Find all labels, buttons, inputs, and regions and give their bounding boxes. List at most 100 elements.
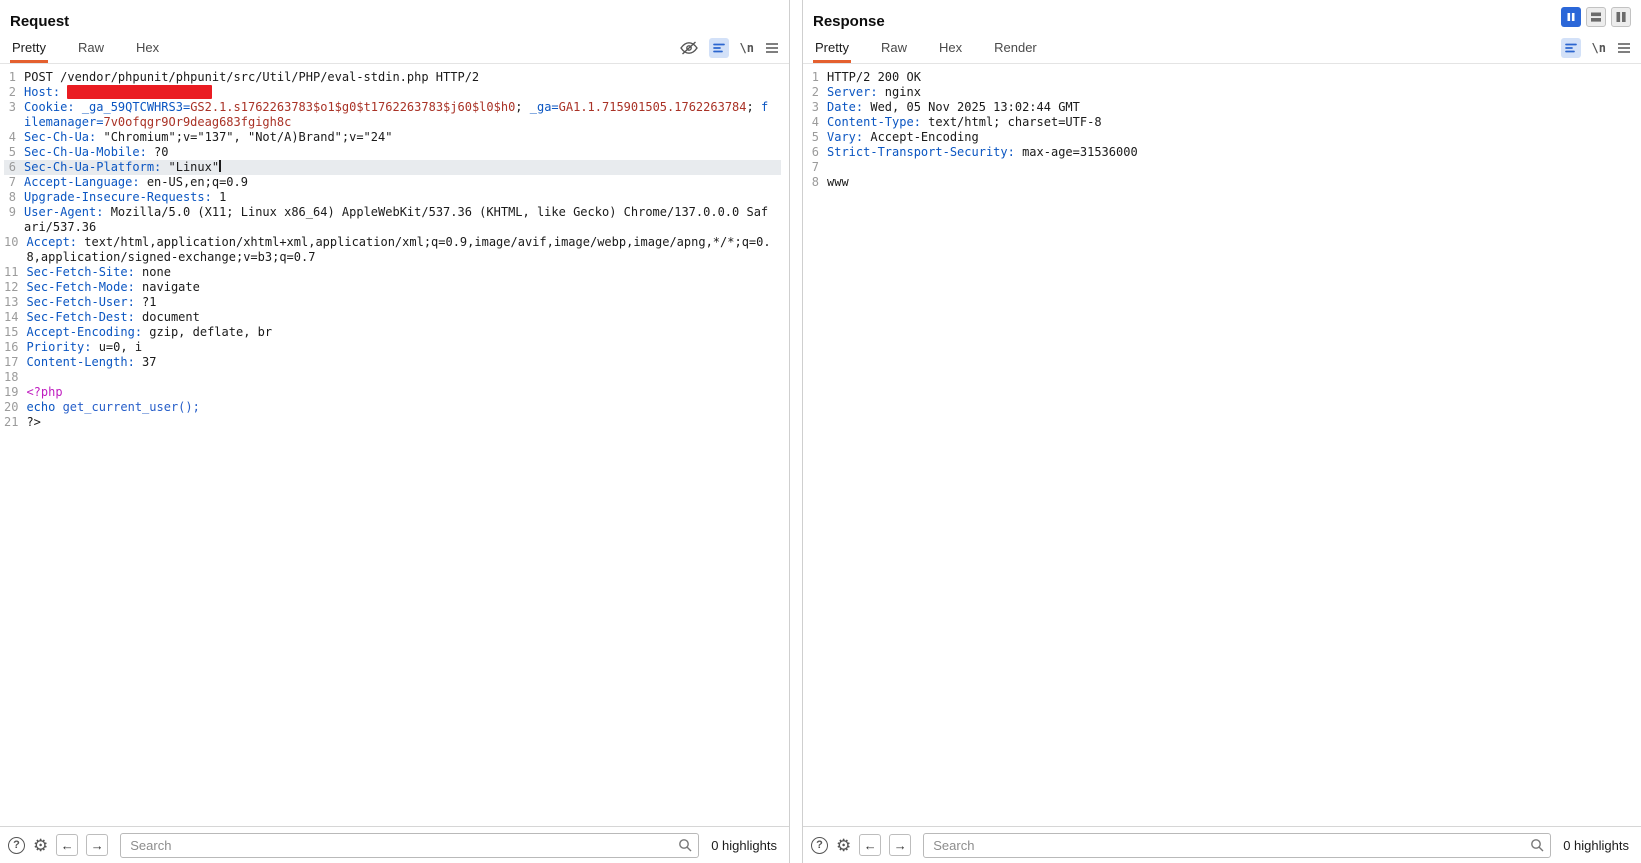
code-line-11[interactable]: 11 Sec-Fetch-Site: none bbox=[4, 265, 781, 280]
request-bottombar: ? ⚙ ← → 0 highlights bbox=[0, 826, 789, 863]
rows-layout-button[interactable] bbox=[1586, 7, 1606, 27]
code-line-13[interactable]: 13 Sec-Fetch-User: ?1 bbox=[4, 295, 781, 310]
code-line-19[interactable]: 19 <?php bbox=[4, 385, 781, 400]
code-line-8[interactable]: 8 www bbox=[807, 175, 1633, 190]
request-search-input[interactable] bbox=[120, 832, 700, 858]
request-editor[interactable]: 1 POST /vendor/phpunit/phpunit/src/Util/P… bbox=[0, 64, 789, 826]
tab-hex[interactable]: Hex bbox=[937, 32, 964, 63]
line-number: 2 bbox=[8, 85, 16, 99]
token-cookie-value: GS2.1.s1762263783$o1$g0$t1762263783$j60$… bbox=[190, 100, 516, 114]
pane-splitter[interactable] bbox=[790, 0, 802, 863]
code-line-6[interactable]: 6 Strict-Transport-Security: max-age=3153… bbox=[807, 145, 1633, 160]
next-match-button[interactable]: → bbox=[889, 834, 912, 856]
token-name: Date: bbox=[827, 100, 864, 114]
pause-button[interactable] bbox=[1561, 7, 1581, 27]
columns-layout-button[interactable] bbox=[1611, 7, 1631, 27]
token-plain: www bbox=[827, 175, 849, 189]
token-name: Accept-Encoding: bbox=[26, 325, 143, 339]
next-match-button[interactable]: → bbox=[86, 834, 109, 856]
code-line-16[interactable]: 16 Priority: u=0, i bbox=[4, 340, 781, 355]
line-content: Content-Length: 37 bbox=[26, 355, 781, 370]
previous-match-button[interactable]: ← bbox=[56, 834, 79, 856]
code-line-5[interactable]: 5 Sec-Ch-Ua-Mobile: ?0 bbox=[4, 145, 781, 160]
line-number: 8 bbox=[811, 175, 819, 189]
response-editor[interactable]: 1 HTTP/2 200 OK 2 Server: nginx 3 Date: Wed, … bbox=[803, 64, 1641, 826]
line-content: Vary: Accept-Encoding bbox=[827, 130, 1633, 145]
hide-invisibles-icon[interactable] bbox=[679, 40, 698, 55]
line-number: 17 bbox=[4, 355, 19, 369]
tab-pretty[interactable]: Pretty bbox=[10, 32, 48, 63]
token-func: get_current_user(); bbox=[62, 400, 200, 414]
rows-layout-icon bbox=[1591, 12, 1601, 22]
line-content: Sec-Fetch-Dest: document bbox=[26, 310, 781, 325]
line-number: 5 bbox=[811, 130, 819, 144]
token-plain: ?> bbox=[26, 415, 41, 429]
code-line-17[interactable]: 17 Content-Length: 37 bbox=[4, 355, 781, 370]
code-line-7[interactable]: 7 Accept-Language: en-US,en;q=0.9 bbox=[4, 175, 781, 190]
help-icon[interactable]: ? bbox=[811, 836, 828, 854]
code-line-3[interactable]: 3 Cookie: _ga_59QTCWHRS3=GS2.1.s176226378… bbox=[4, 100, 781, 130]
response-search bbox=[923, 832, 1552, 858]
tab-hex[interactable]: Hex bbox=[134, 32, 161, 63]
code-line-18[interactable]: 18 bbox=[4, 370, 781, 385]
newline-toggle-icon[interactable]: \n bbox=[1592, 41, 1606, 55]
code-line-8[interactable]: 8 Upgrade-Insecure-Requests: 1 bbox=[4, 190, 781, 205]
search-settings-gear-icon[interactable]: ⚙ bbox=[836, 837, 851, 854]
code-line-5[interactable]: 5 Vary: Accept-Encoding bbox=[807, 130, 1633, 145]
tab-pretty[interactable]: Pretty bbox=[813, 32, 851, 63]
code-line-1[interactable]: 1 POST /vendor/phpunit/phpunit/src/Util/P… bbox=[4, 70, 781, 85]
token-name: Cookie: bbox=[24, 100, 75, 114]
line-number: 8 bbox=[8, 190, 16, 204]
token-name: Sec-Fetch-Site: bbox=[26, 265, 135, 279]
code-line-7[interactable]: 7 bbox=[807, 160, 1633, 175]
line-content: Sec-Fetch-Mode: navigate bbox=[26, 280, 781, 295]
line-content: Sec-Ch-Ua: "Chromium";v="137", "Not/A)Br… bbox=[24, 130, 781, 145]
code-line-14[interactable]: 14 Sec-Fetch-Dest: document bbox=[4, 310, 781, 325]
line-content: Strict-Transport-Security: max-age=31536… bbox=[827, 145, 1633, 160]
line-content: ?> bbox=[26, 415, 781, 430]
token-plain: none bbox=[134, 265, 171, 279]
code-line-2[interactable]: 2 Server: nginx bbox=[807, 85, 1633, 100]
line-number: 10 bbox=[4, 235, 19, 249]
newline-toggle-icon[interactable]: \n bbox=[740, 41, 754, 55]
code-line-9[interactable]: 9 User-Agent: Mozilla/5.0 (X11; Linux x86… bbox=[4, 205, 781, 235]
line-content: Sec-Ch-Ua-Mobile: ?0 bbox=[24, 145, 781, 160]
code-line-4[interactable]: 4 Sec-Ch-Ua: "Chromium";v="137", "Not/A)B… bbox=[4, 130, 781, 145]
code-line-10[interactable]: 10 Accept: text/html,application/xhtml+xm… bbox=[4, 235, 781, 265]
token-name: Content-Length: bbox=[26, 355, 135, 369]
line-number: 3 bbox=[8, 100, 16, 114]
code-line-20[interactable]: 20 echo get_current_user(); bbox=[4, 400, 781, 415]
code-line-4[interactable]: 4 Content-Type: text/html; charset=UTF-8 bbox=[807, 115, 1633, 130]
code-line-2[interactable]: 2 Host: bbox=[4, 85, 781, 100]
menu-icon[interactable] bbox=[1617, 42, 1631, 54]
code-line-12[interactable]: 12 Sec-Fetch-Mode: navigate bbox=[4, 280, 781, 295]
tab-render[interactable]: Render bbox=[992, 32, 1039, 63]
line-number: 3 bbox=[811, 100, 819, 114]
help-icon[interactable]: ? bbox=[8, 836, 25, 854]
pretty-print-toggle-icon[interactable] bbox=[708, 37, 729, 58]
token-plain: text/html; charset=UTF-8 bbox=[920, 115, 1102, 129]
code-line-15[interactable]: 15 Accept-Encoding: gzip, deflate, br bbox=[4, 325, 781, 340]
code-line-3[interactable]: 3 Date: Wed, 05 Nov 2025 13:02:44 GMT bbox=[807, 100, 1633, 115]
response-highlights-count: 0 highlights bbox=[1563, 837, 1629, 853]
previous-match-button[interactable]: ← bbox=[859, 834, 882, 856]
token-cookie-name: _ga_59QTCWHRS3= bbox=[81, 100, 191, 114]
search-settings-gear-icon[interactable]: ⚙ bbox=[33, 837, 48, 854]
line-content: Accept: text/html,application/xhtml+xml,… bbox=[26, 235, 781, 265]
search-icon bbox=[679, 838, 692, 851]
code-line-6[interactable]: 6 Sec-Ch-Ua-Platform: "Linux" bbox=[4, 160, 781, 175]
token-name: Sec-Fetch-Dest: bbox=[26, 310, 135, 324]
token-name: Strict-Transport-Security: bbox=[827, 145, 1015, 159]
token-plain: navigate bbox=[134, 280, 200, 294]
tab-raw[interactable]: Raw bbox=[879, 32, 909, 63]
code-line-21[interactable]: 21 ?> bbox=[4, 415, 781, 430]
response-search-input[interactable] bbox=[923, 832, 1552, 858]
pretty-print-toggle-icon[interactable] bbox=[1560, 37, 1581, 58]
tab-raw[interactable]: Raw bbox=[76, 32, 106, 63]
token-plain: ?0 bbox=[146, 145, 169, 159]
code-line-1[interactable]: 1 HTTP/2 200 OK bbox=[807, 70, 1633, 85]
response-panel: Response Pretty Raw Hex Render \n 1 HTTP/2 2… bbox=[802, 0, 1641, 863]
token-plain: "Chromium";v="137", "Not/A)Brand";v="24" bbox=[96, 130, 393, 144]
response-tabbar: Pretty Raw Hex Render \n bbox=[803, 32, 1641, 64]
menu-icon[interactable] bbox=[765, 42, 779, 54]
